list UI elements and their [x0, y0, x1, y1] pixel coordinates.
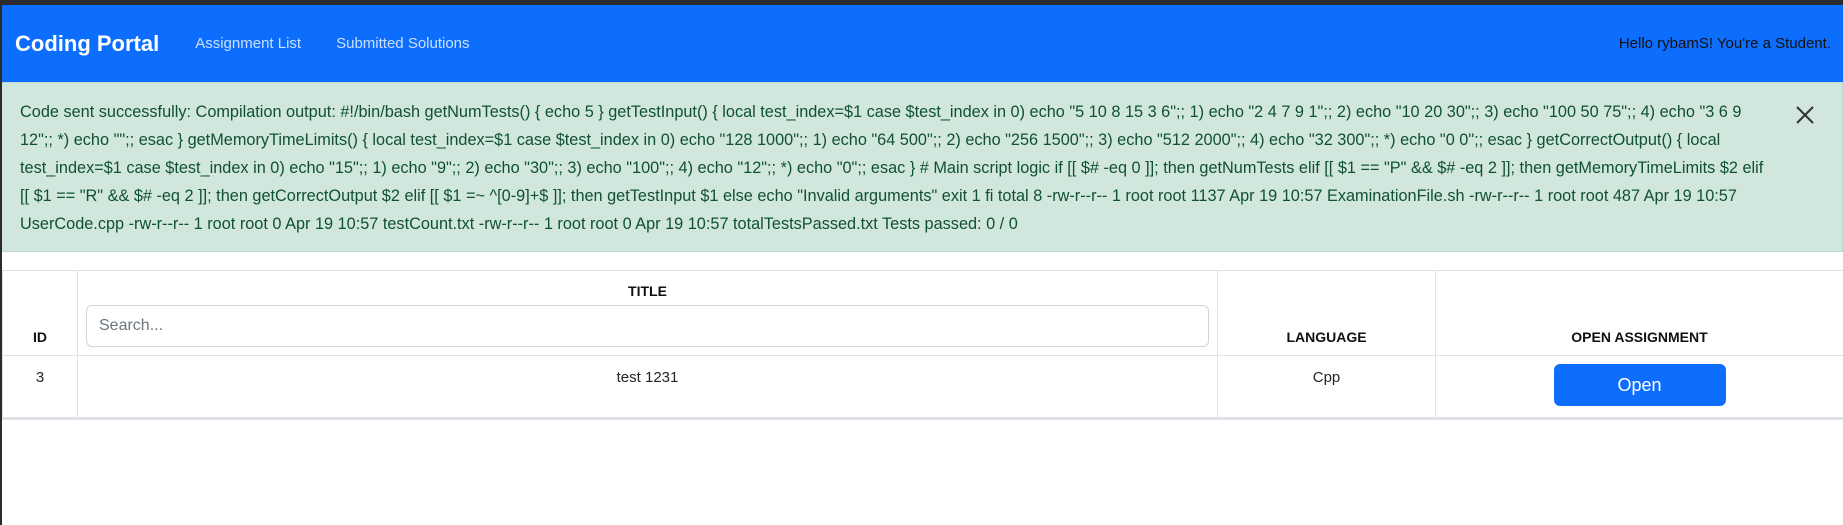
column-header-language: LANGUAGE [1217, 270, 1436, 356]
cell-id: 3 [2, 355, 78, 418]
brand-logo[interactable]: Coding Portal [15, 31, 159, 57]
table-bottom-divider [2, 418, 1843, 420]
close-icon[interactable] [1794, 104, 1816, 126]
table-header-row: ID TITLE LANGUAGE OPEN ASSIGNMENT [2, 270, 1843, 356]
assignments-table-container: ID TITLE LANGUAGE OPEN ASSIGNMENT 3 test… [2, 270, 1843, 420]
user-greeting: Hello rybamS! You're a Student. [1618, 35, 1831, 52]
navbar: Coding Portal Assignment List Submitted … [2, 5, 1843, 82]
nav-link-assignment-list[interactable]: Assignment List [195, 35, 301, 52]
cell-language: Cpp [1217, 355, 1436, 418]
nav-link-submitted-solutions[interactable]: Submitted Solutions [336, 35, 469, 52]
column-header-open-assignment: OPEN ASSIGNMENT [1435, 270, 1843, 356]
cell-open: Open [1435, 355, 1843, 418]
cell-title: test 1231 [77, 355, 1218, 418]
success-alert: Code sent successfully: Compilation outp… [2, 82, 1843, 252]
column-header-title-label: TITLE [628, 283, 667, 299]
assignments-table: ID TITLE LANGUAGE OPEN ASSIGNMENT 3 test… [2, 270, 1843, 418]
table-row: 3 test 1231 Cpp Open [2, 355, 1843, 418]
column-header-id: ID [2, 270, 78, 356]
app-window: Coding Portal Assignment List Submitted … [0, 0, 1843, 525]
column-header-title: TITLE [77, 270, 1218, 356]
alert-message: Code sent successfully: Compilation outp… [20, 103, 1764, 233]
open-assignment-button[interactable]: Open [1553, 364, 1726, 406]
search-input[interactable] [86, 305, 1209, 347]
